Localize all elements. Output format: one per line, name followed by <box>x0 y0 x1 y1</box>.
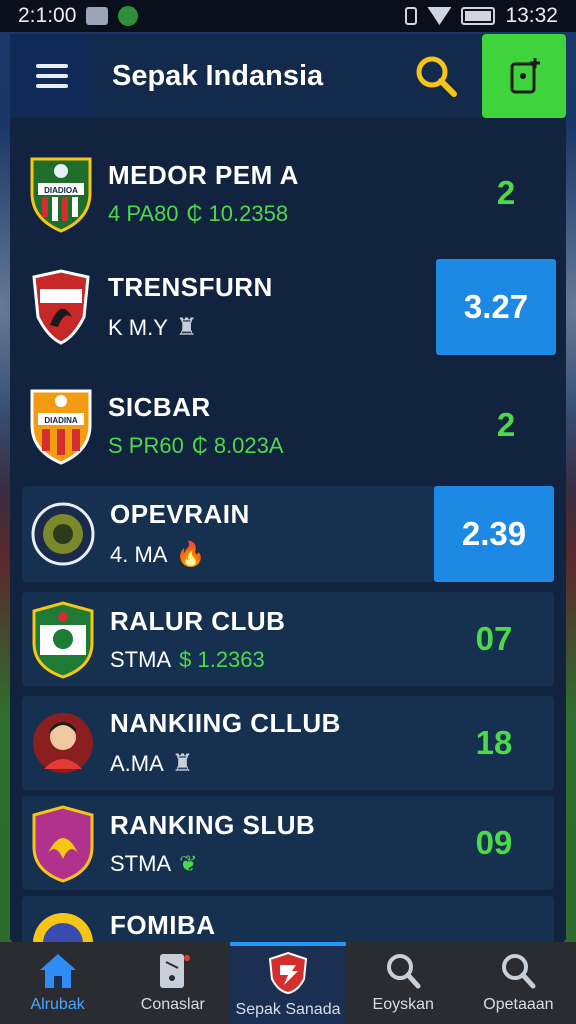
phone-add-icon <box>510 58 540 94</box>
club-shield-icon: DIADIOA <box>30 157 92 233</box>
club-stat: S PR60 <box>108 432 184 458</box>
club-value: ₵ 10.2358 <box>186 200 289 226</box>
club-value: $ 1.2363 <box>179 646 265 672</box>
page-title: Sepak Indansia <box>94 34 390 118</box>
club-name: NANKIING CLLUB <box>110 708 341 738</box>
club-name: FOMIBA <box>110 910 216 940</box>
nav-label: Conaslar <box>140 996 205 1013</box>
add-button[interactable] <box>482 34 566 118</box>
club-crest <box>30 599 96 679</box>
club-row[interactable]: DIADIOA MEDOR PEM A 4 PA80 ₵ 10.2358 2 <box>10 140 566 246</box>
club-name: OPEVRAIN <box>110 499 250 529</box>
club-shield-icon <box>32 805 94 883</box>
club-shield-icon: DIADINA <box>30 389 92 465</box>
fire-icon: 🔥 <box>175 541 206 568</box>
club-score: 2 <box>496 406 516 443</box>
nav-contacts[interactable]: Conaslar <box>115 942 230 1024</box>
club-score-highlight: 2.39 <box>434 486 554 582</box>
status-time-right: 13:32 <box>505 4 558 27</box>
club-stat: 4 PA80 <box>108 200 179 226</box>
wifi-icon <box>427 7 452 25</box>
nav-opetaaan[interactable]: Opetaaan <box>461 942 576 1024</box>
status-time-left: 2:1:00 <box>18 4 77 27</box>
app-notification-icon <box>118 6 139 26</box>
club-name: MEDOR PEM A <box>108 159 299 190</box>
player-avatar-icon <box>33 713 93 773</box>
home-icon <box>39 954 76 988</box>
club-crest <box>30 903 96 942</box>
club-crest <box>30 703 96 783</box>
club-badge-icon <box>33 913 93 942</box>
svg-text:DIADIOA: DIADIOA <box>44 186 78 195</box>
menu-button[interactable] <box>10 34 94 118</box>
club-score: 18 <box>475 724 513 761</box>
trophy-icon: ♜ <box>171 750 194 777</box>
club-stat: 4. MA <box>110 541 168 567</box>
club-shield-icon <box>32 601 94 679</box>
club-crest <box>30 803 96 883</box>
club-name: SICBAR <box>108 391 211 422</box>
chart-icon <box>86 7 109 25</box>
search-icon <box>502 954 536 989</box>
club-name: RANKING SLUB <box>110 809 316 840</box>
leaf-icon: ❦ <box>179 850 198 876</box>
club-stat: K M.Y <box>108 314 168 340</box>
status-bar: 2:1:00 13:32 <box>0 0 576 32</box>
club-stat: STMA <box>110 850 172 876</box>
club-crest: DIADINA <box>28 385 94 465</box>
nav-sepak-sanada[interactable]: Sepak Sanada <box>230 942 346 1024</box>
club-shield-icon <box>32 269 90 345</box>
club-score: 2 <box>496 174 516 211</box>
battery-icon <box>461 7 496 25</box>
search-icon <box>416 56 457 97</box>
hamburger-icon <box>36 64 68 88</box>
nav-label: Sepak Sanada <box>235 1001 341 1018</box>
bottom-navigation: Alrubak Conaslar Sepak Sanada Eoyskan Op… <box>0 942 576 1024</box>
club-score-highlight: 3.27 <box>436 259 556 355</box>
app-bar: Sepak Indansia <box>10 34 566 118</box>
club-crest: DIADIOA <box>28 153 94 233</box>
shield-logo-icon <box>268 951 308 995</box>
club-row[interactable]: DIADINA SICBAR S PR60 ₵ 8.023A 2 <box>10 372 566 478</box>
phone-icon <box>159 954 190 988</box>
search-button[interactable] <box>390 34 482 118</box>
club-score: 09 <box>475 824 513 861</box>
club-stat: A.MA <box>110 750 164 776</box>
club-row[interactable]: NANKIING CLLUB A.MA ♜ 18 <box>22 696 554 790</box>
club-badge-icon <box>31 502 95 566</box>
club-row[interactable]: RALUR CLUB STMA $ 1.2363 07 <box>22 592 554 686</box>
club-name: RALUR CLUB <box>110 605 286 636</box>
vibrate-icon <box>405 7 418 25</box>
search-icon <box>387 954 421 989</box>
svg-text:DIADINA: DIADINA <box>44 416 78 425</box>
nav-label: Opetaaan <box>483 996 554 1013</box>
club-crest <box>30 494 96 574</box>
nav-label: Eoyskan <box>372 996 434 1013</box>
club-row[interactable]: RANKING SLUB STMA ❦ 09 <box>22 796 554 890</box>
club-row[interactable]: TRENSFURN K M.Y ♜ 3.27 <box>10 254 566 360</box>
club-row[interactable]: FOMIBA 15 <box>22 896 554 942</box>
club-value: ₵ 8.023A <box>191 432 284 458</box>
nav-home[interactable]: Alrubak <box>0 942 115 1024</box>
trophy-icon: ♜ <box>175 314 198 341</box>
club-score: 07 <box>475 620 513 657</box>
club-name: TRENSFURN <box>108 272 273 302</box>
club-stat: STMA <box>110 646 172 672</box>
nav-label: Alrubak <box>30 996 85 1013</box>
club-row[interactable]: OPEVRAIN 4. MA 🔥 2.39 <box>22 486 554 582</box>
nav-eoyskan[interactable]: Eoyskan <box>346 942 461 1024</box>
club-list[interactable]: DIADIOA MEDOR PEM A 4 PA80 ₵ 10.2358 2 T… <box>10 122 566 942</box>
club-crest <box>28 267 94 347</box>
